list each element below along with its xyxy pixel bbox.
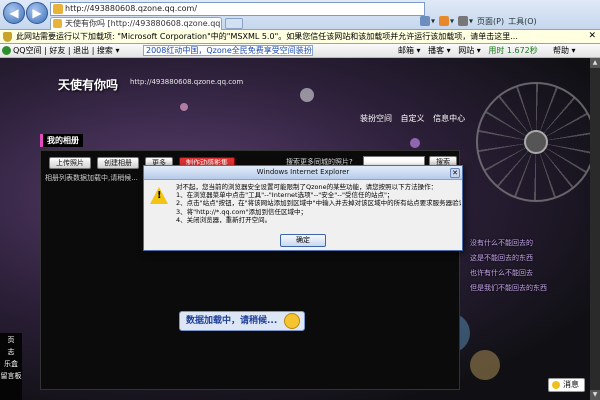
bokeh-light [410,138,420,148]
album-loading-text: 相册列表数据加载中,请稍候... [45,174,138,182]
address-text: http://493880608.qzone.qq.com/ [65,4,198,13]
close-icon[interactable]: ✕ [588,30,596,43]
page-favicon-icon [53,4,63,14]
qzone-toolbar-right: 邮箱 ▾ 播客 ▾ 网站 ▾ 用时 1.672秒 [398,44,543,57]
page-scrollbar[interactable]: ▲ ▼ [590,58,600,400]
qzone-nav-links[interactable]: QQ空间 | 好友 | 退出 | 搜索 ▾ [13,46,120,55]
poem-line: 没有什么不能回去的 [470,239,533,247]
space-title[interactable]: 天使有你吗 [58,76,118,93]
message-label: 消息 [563,380,579,389]
side-tab-music[interactable]: 乐盒 [0,357,22,369]
side-tab-page[interactable]: 页 [0,333,22,345]
shield-icon [3,32,12,42]
load-time: 用时 1.672秒 [488,46,538,55]
bokeh-light [300,88,314,102]
qzone-icon [2,46,11,55]
browser-toolbar: ◀ ▶ http://493880608.qzone.qq.com/ 天使有你吗… [0,0,600,30]
tools-menu[interactable]: 工具(O) [508,16,537,27]
home-icon[interactable]: ▾ [420,16,435,26]
information-bar[interactable]: 此网站需要运行以下加载项: "Microsoft Corporation"中的"… [0,30,600,44]
scroll-up-icon[interactable]: ▲ [590,58,600,68]
loading-badge-text: 数据加载中，请稍候... [186,316,278,326]
print-icon[interactable]: ▾ [458,16,473,26]
poem-line: 但是我们不能回去的东西 [470,284,547,292]
poem-line: 也许有什么不能回去 [470,269,533,277]
back-button[interactable]: ◀ [3,2,25,24]
upload-photo-button[interactable]: 上传照片 [49,157,91,169]
infobar-text: 此网站需要运行以下加载项: "Microsoft Corporation"中的"… [16,32,518,41]
loading-badge: 数据加载中，请稍候... [179,311,305,331]
qzone-toolbar-left[interactable]: QQ空间 | 好友 | 退出 | 搜索 ▾ [2,44,120,57]
create-album-button[interactable]: 创建相册 [97,157,139,169]
qzone-toolbar: QQ空间 | 好友 | 退出 | 搜索 ▾ 2008红动中国，Qzone全民免费… [0,44,600,58]
dialog-line: 3、将"http://*.qq.com"添加到信任区域中； [176,207,308,216]
decorate-space-link[interactable]: 装扮空间 [360,114,392,123]
dialog-line: 1、在浏览器菜单中点击"工具"--"Internet选项"--"安全"--"受信… [176,191,394,200]
close-icon[interactable]: ✕ [450,168,460,178]
security-dialog: Windows Internet Explorer ✕ ! 对不起，您当前的浏览… [143,165,463,251]
promo-link[interactable]: 2008红动中国，Qzone全民免费享受空间装扮! [143,45,313,56]
new-tab-button[interactable] [225,18,243,29]
podcast-menu[interactable]: 播客 ▾ [428,46,451,55]
space-links: 装扮空间 自定义 信息中心 [360,113,471,124]
feeds-icon[interactable]: ▾ [439,16,454,26]
lightbulb-icon [552,381,560,389]
ferris-wheel-hub [524,130,548,154]
dialog-line: 对不起，您当前的浏览器安全设置可能限制了Qzone的某些功能，请您按照以下方法操… [176,183,438,191]
dialog-title: Windows Internet Explorer [144,166,462,180]
page-menu[interactable]: 页面(P) [477,16,504,27]
dialog-line: 4、关闭浏览器，重新打开空间。 [176,215,272,224]
smiley-icon [284,313,300,329]
forward-button[interactable]: ▶ [26,2,48,24]
dialog-message: 对不起，您当前的浏览器安全设置可能限制了Qzone的某些功能，请您按照以下方法操… [176,183,461,224]
space-url[interactable]: http://493880608.qzone.qq.com [130,78,243,86]
side-tab-blog[interactable]: 志 [0,345,22,357]
poem-line: 这是不能回去的东西 [470,254,533,262]
address-bar[interactable]: http://493880608.qzone.qq.com/ [50,2,425,16]
bokeh-light [470,350,500,380]
info-center-link[interactable]: 信息中心 [433,114,465,123]
tab-title: 天使有你吗 [http://493880608.qzone.qq.com] [65,19,222,28]
site-menu[interactable]: 网站 ▾ [458,46,481,55]
browser-tab[interactable]: 天使有你吗 [http://493880608.qzone.qq.com] [50,17,222,30]
album-title: 我的相册 [40,134,83,147]
warning-mark: ! [157,190,162,201]
decorative-poem: 没有什么不能回去的 这是不能回去的东西 也许有什么不能回去 但是我们不能回去的东… [470,236,547,296]
mail-menu[interactable]: 邮箱 ▾ [398,46,421,55]
help-menu[interactable]: 帮助 ▾ [553,44,576,57]
dialog-line: 2、点击"站点"按钮，在"将该网站添加到区域中"中输入并去掉对该区域中的所有站点… [176,199,461,208]
ok-button[interactable]: 确定 [280,234,326,247]
message-button[interactable]: 消息 [548,378,585,392]
browser-command-bar: ▾ ▾ ▾ 页面(P) 工具(O) [420,14,537,28]
side-tabs: 页 志 乐盒 留言板 [0,333,22,400]
side-tab-guestbook[interactable]: 留言板 [0,369,22,381]
tab-favicon-icon [53,19,62,28]
scroll-down-icon[interactable]: ▼ [590,390,600,400]
bokeh-light [180,103,188,111]
customize-link[interactable]: 自定义 [401,114,425,123]
tab-row: 天使有你吗 [http://493880608.qzone.qq.com] [50,17,250,30]
